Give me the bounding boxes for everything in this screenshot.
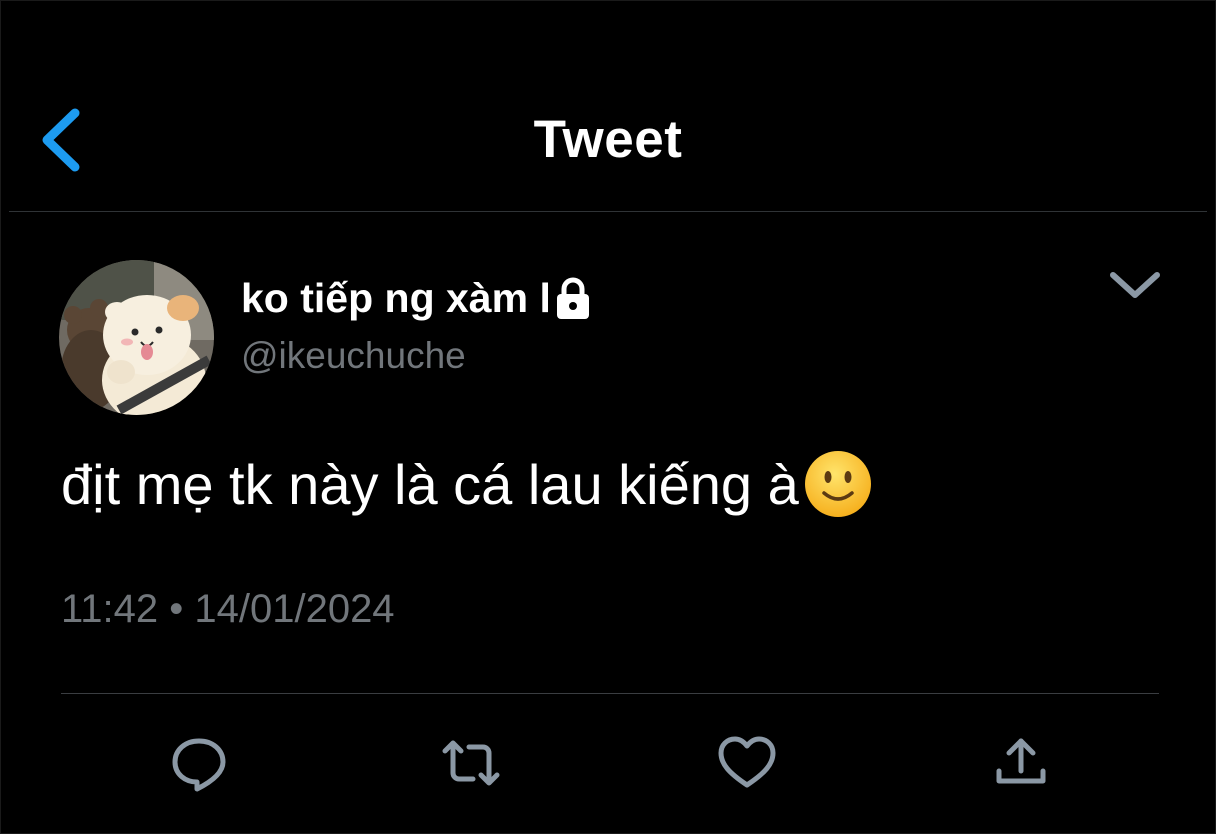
more-options-button[interactable]	[1105, 263, 1165, 309]
tweet-body: địt mẹ tk này là cá lau kiếng à	[61, 449, 873, 519]
page-title: Tweet	[533, 110, 683, 169]
lock-icon	[556, 277, 589, 319]
like-button[interactable]	[715, 731, 779, 795]
share-button[interactable]	[989, 731, 1053, 795]
user-handle[interactable]: @ikeuchuche	[241, 335, 466, 377]
tweet-screen: Tweet ko tiếp ng xàm l @ikeuchuche địt m…	[0, 0, 1216, 834]
retweet-icon	[442, 740, 500, 786]
divider	[61, 693, 1159, 694]
retweet-button[interactable]	[439, 731, 503, 795]
reply-button[interactable]	[167, 731, 231, 795]
display-name: ko tiếp ng xàm l	[241, 274, 551, 321]
reply-icon	[172, 738, 226, 792]
share-icon	[996, 738, 1046, 784]
avatar[interactable]	[59, 260, 214, 415]
tweet-timestamp: 11:42 • 14/01/2024	[61, 587, 395, 631]
tweet-text: địt mẹ tk này là cá lau kiếng à	[61, 452, 799, 516]
chevron-down-icon	[1110, 272, 1160, 298]
avatar-cartoon-icon	[59, 260, 214, 415]
heart-icon	[718, 736, 776, 788]
author-name[interactable]: ko tiếp ng xàm l	[241, 269, 593, 327]
top-bar: Tweet	[9, 1, 1207, 212]
slightly-smiling-face-icon	[804, 451, 871, 517]
